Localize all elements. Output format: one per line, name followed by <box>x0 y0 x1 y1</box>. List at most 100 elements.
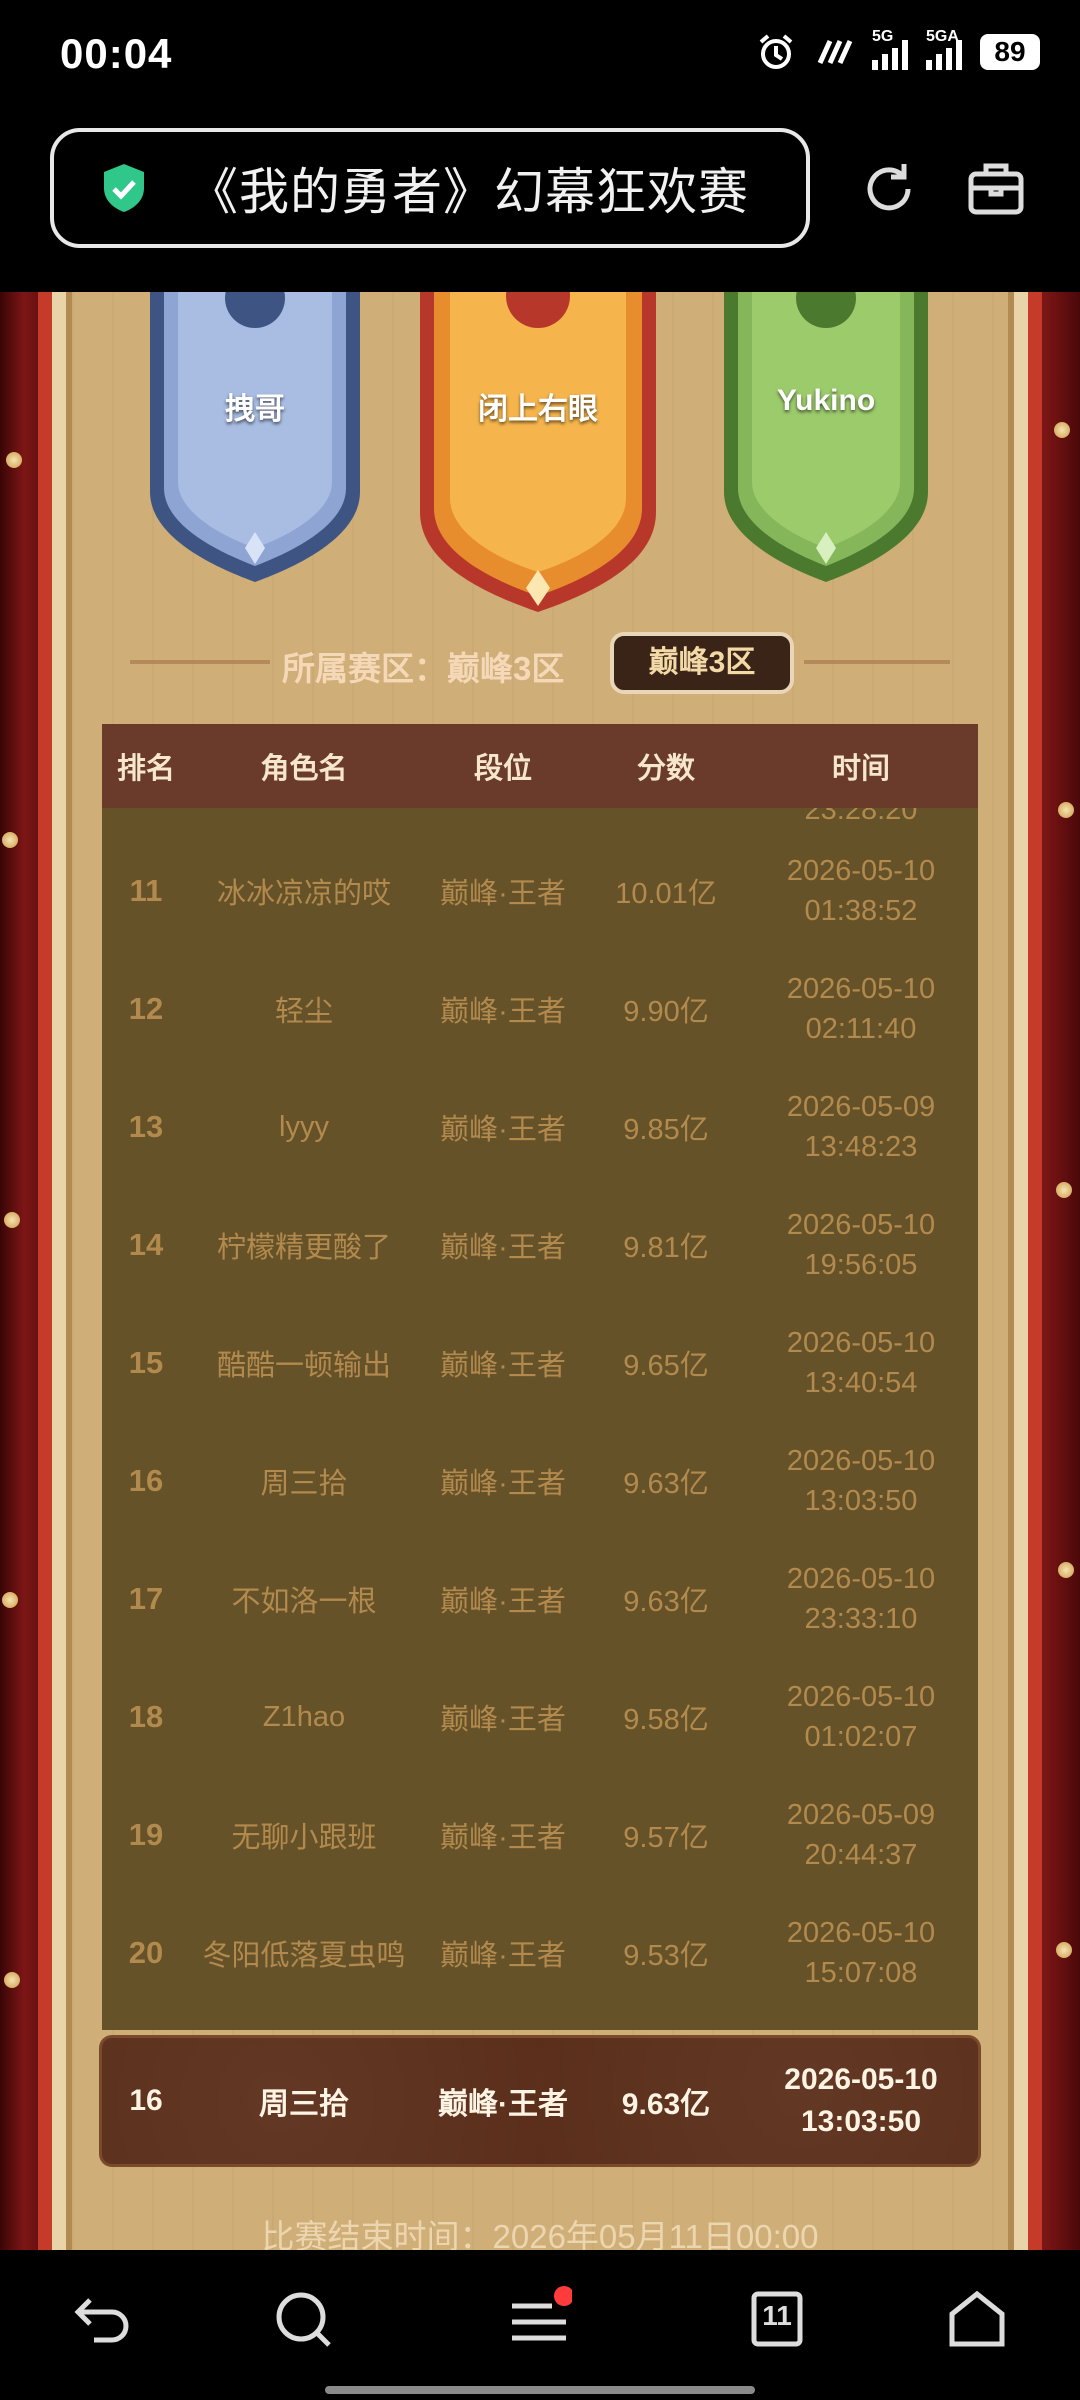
shield-check-icon <box>104 164 144 212</box>
tab-count: 11 <box>762 2300 792 2331</box>
row-time: 23:28:20 <box>804 808 918 826</box>
banner-blue-shield-icon <box>150 292 360 582</box>
row-name: 柠檬精更酸了 <box>216 1232 391 1264</box>
row-name: 冬阳低落夏虫鸣 <box>202 1940 406 1972</box>
table-row: 19 无聊小跟班 巅峰·王者 9.57亿 2026-05-09 20:44:37 <box>102 1776 978 1894</box>
light-bulb <box>1058 802 1074 818</box>
row-name: 周三拾 <box>260 1468 348 1500</box>
header-rank: 排名 <box>116 753 175 785</box>
row-score: 9.53亿 <box>623 1940 709 1972</box>
row-score: 10.01亿 <box>615 878 717 910</box>
back-icon[interactable] <box>70 2286 136 2352</box>
row-rank: 15 <box>128 1345 164 1380</box>
row-rank: 14 <box>128 1227 164 1262</box>
row-date: 2026-05-10 <box>786 1917 936 1949</box>
menu-icon[interactable] <box>506 2286 572 2352</box>
my-rank-row: 16 周三拾 巅峰·王者 9.63亿 2026-05-10 13:03:50 <box>102 2038 978 2164</box>
podium-name: 闭上右眼 <box>478 393 598 426</box>
leaderboard-list[interactable]: 23:28:20 11 冰冰凉凉的哎 巅峰·王者 10.01亿 2026-05-10 01… <box>102 808 978 2030</box>
row-rank: 18 <box>128 1699 164 1734</box>
light-bulb <box>2 832 18 848</box>
my-rank: 16 <box>129 2084 163 2117</box>
podium-name: 拽哥 <box>225 393 285 426</box>
table-row: 12 轻尘 巅峰·王者 9.90亿 2026-05-10 02:11:40 <box>102 950 978 1068</box>
row-date: 2026-05-10 <box>786 1209 936 1241</box>
header-score: 分数 <box>636 753 695 785</box>
row-time: 2026-05-10 13:40:54 <box>744 1323 978 1403</box>
address-bar[interactable]: 《我的勇者》幻幕狂欢赛 <box>50 128 810 248</box>
row-tier: 巅峰·王者 <box>440 1822 566 1854</box>
row-clock: 19:56:05 <box>804 1249 918 1281</box>
light-bulb <box>2 1592 18 1608</box>
signal-2-icon: 5GA <box>926 28 962 70</box>
row-rank: 11 <box>129 873 163 908</box>
row-score: 9.85亿 <box>623 1114 709 1146</box>
row-score: 9.65亿 <box>623 1350 709 1382</box>
row-clock: 13:03:50 <box>804 1485 918 1517</box>
table-row: 17 不如洛一根 巅峰·王者 9.63亿 2026-05-10 23:33:10 <box>102 1540 978 1658</box>
table-row: 14 柠檬精更酸了 巅峰·王者 9.81亿 2026-05-10 19:56:05 <box>102 1186 978 1304</box>
status-bar: 00:04 5G 5GA 89 <box>0 0 1080 120</box>
tabs-button[interactable]: 11 <box>744 2286 810 2352</box>
row-tier: 巅峰·王者 <box>440 1114 566 1146</box>
home-icon[interactable] <box>944 2286 1010 2352</box>
podium-rank-3: Yukino <box>724 292 928 592</box>
row-score: 9.63亿 <box>623 1586 709 1618</box>
row-score: 9.63亿 <box>623 1468 709 1500</box>
row-time: 2026-05-10 19:56:05 <box>744 1205 978 1285</box>
toolbox-icon[interactable] <box>966 158 1026 218</box>
row-rank: 16 <box>128 1463 164 1498</box>
row-date: 2026-05-09 <box>786 1799 936 1831</box>
refresh-icon[interactable] <box>858 158 920 220</box>
podium-name: Yukino <box>776 384 876 417</box>
web-content: 拽哥 闭上右眼 Yukino 所属赛区：巅峰3区 巅峰3区 排名 角色名 段位 <box>0 292 1080 2250</box>
row-clock: 15:07:08 <box>804 1957 918 1989</box>
search-icon[interactable] <box>270 2286 336 2352</box>
signal-1-icon: 5G <box>872 28 908 70</box>
row-tier: 巅峰·王者 <box>440 1232 566 1264</box>
banner-green-shield-icon <box>724 292 928 582</box>
row-time: 2026-05-09 13:48:23 <box>744 1087 978 1167</box>
gesture-bar[interactable] <box>325 2386 755 2394</box>
my-score: 9.63亿 <box>621 2088 711 2121</box>
row-clock: 01:02:07 <box>804 1721 918 1753</box>
row-name: lyyy <box>279 1110 329 1143</box>
light-bulb <box>4 1212 20 1228</box>
light-bulb <box>1054 422 1070 438</box>
table-row-partial: 23:28:20 <box>102 808 978 827</box>
row-clock: 02:11:40 <box>805 1013 917 1045</box>
light-bulb <box>1056 1182 1072 1198</box>
browser-toolbar: 《我的勇者》幻幕狂欢赛 <box>0 120 1080 292</box>
row-score: 9.90亿 <box>623 996 709 1028</box>
row-score: 9.58亿 <box>623 1704 709 1736</box>
zone-button[interactable]: 巅峰3区 <box>610 632 794 694</box>
row-tier: 巅峰·王者 <box>440 1586 566 1618</box>
row-name: 冰冰凉凉的哎 <box>216 878 391 910</box>
light-bulb <box>1056 1942 1072 1958</box>
header-time: 时间 <box>831 753 890 785</box>
row-tier: 巅峰·王者 <box>440 878 566 910</box>
row-name: 无聊小跟班 <box>231 1822 377 1854</box>
table-row: 13 lyyy 巅峰·王者 9.85亿 2026-05-09 13:48:23 <box>102 1068 978 1186</box>
row-score: 9.81亿 <box>623 1232 709 1264</box>
row-clock: 20:44:37 <box>804 1839 918 1871</box>
header-tier: 段位 <box>473 753 532 785</box>
row-time: 2026-05-09 20:44:37 <box>744 1795 978 1875</box>
my-time: 2026-05-10 13:03:50 <box>784 2063 938 2138</box>
row-tier: 巅峰·王者 <box>440 996 566 1028</box>
table-row: 20 冬阳低落夏虫鸣 巅峰·王者 9.53亿 2026-05-10 15:07:08 <box>102 1894 978 2012</box>
divider-ornament <box>130 660 270 664</box>
row-tier: 巅峰·王者 <box>440 1940 566 1972</box>
battery-indicator: 89 <box>980 34 1040 70</box>
row-date: 2026-05-10 <box>786 1681 936 1713</box>
zone-selector: 所属赛区：巅峰3区 巅峰3区 <box>130 632 950 694</box>
row-date: 2026-05-10 <box>786 1445 936 1477</box>
row-name: Z1hao <box>262 1700 346 1733</box>
speed-icon <box>817 39 853 65</box>
table-row: 15 酷酷一顿输出 巅峰·王者 9.65亿 2026-05-10 13:40:54 <box>102 1304 978 1422</box>
row-date: 2026-05-10 <box>786 1563 936 1595</box>
light-bulb <box>6 452 22 468</box>
header-name: 角色名 <box>260 753 348 785</box>
row-rank: 19 <box>128 1817 164 1852</box>
end-time-text: 比赛结束时间：2026年05月11日00:00 <box>261 2218 819 2250</box>
